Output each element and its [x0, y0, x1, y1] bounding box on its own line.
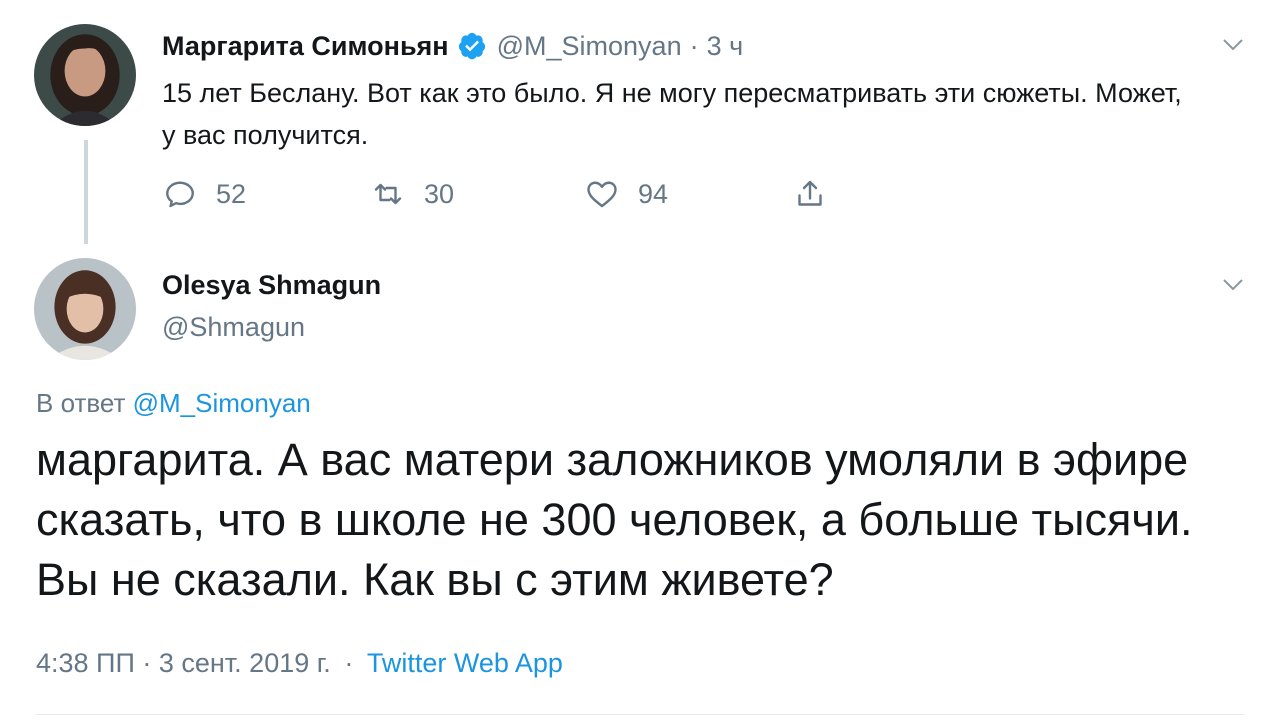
retweet-button[interactable]: 30: [370, 172, 454, 216]
chevron-down-icon[interactable]: [1222, 278, 1244, 292]
like-icon: [587, 181, 617, 208]
thread-connector-line: [84, 140, 88, 244]
share-icon: [798, 180, 822, 206]
like-count: 94: [638, 178, 669, 209]
reply-icon: [166, 181, 194, 208]
author-handle[interactable]: @M_Simonyan: [497, 31, 682, 62]
avatar-margarita[interactable]: [34, 24, 136, 126]
retweet-icon: [374, 183, 402, 205]
tweet1-text: 15 лет Беслану. Вот как это было. Я не м…: [162, 78, 1182, 150]
retweet-count: 30: [424, 178, 455, 209]
share-button[interactable]: [792, 172, 828, 216]
separator-dot: ·: [689, 30, 699, 61]
tweet2-text: маргарита. А вас матери заложников умоля…: [36, 434, 1193, 605]
chevron-down-icon[interactable]: [1222, 38, 1244, 52]
tweet-timestamp[interactable]: 4:38 ПП · 3 сент. 2019 г.: [36, 648, 331, 678]
reply-button[interactable]: 52: [162, 172, 246, 216]
verified-badge-icon: [458, 32, 485, 60]
avatar-olesya[interactable]: [34, 258, 136, 360]
author-handle[interactable]: @Shmagun: [162, 312, 305, 343]
tweet-time[interactable]: 3 ч: [707, 31, 744, 62]
author-name[interactable]: Olesya Shmagun: [162, 270, 381, 301]
reply-context: В ответ @M_Simonyan: [36, 388, 311, 419]
tweet-source-link[interactable]: Twitter Web App: [367, 648, 563, 678]
divider: [36, 714, 1244, 715]
tweet1-header: Маргарита Симоньян @M_Simonyan · 3 ч: [162, 26, 743, 66]
author-name[interactable]: Маргарита Симоньян: [162, 31, 449, 62]
reply-prefix: В ответ: [36, 388, 126, 418]
reply-handle-link[interactable]: @M_Simonyan: [133, 388, 311, 418]
reply-count: 52: [216, 178, 247, 209]
like-button[interactable]: 94: [584, 172, 668, 216]
tweet-meta: 4:38 ПП · 3 сент. 2019 г. · Twitter Web …: [36, 648, 563, 679]
separator-dot: ·: [344, 648, 354, 678]
